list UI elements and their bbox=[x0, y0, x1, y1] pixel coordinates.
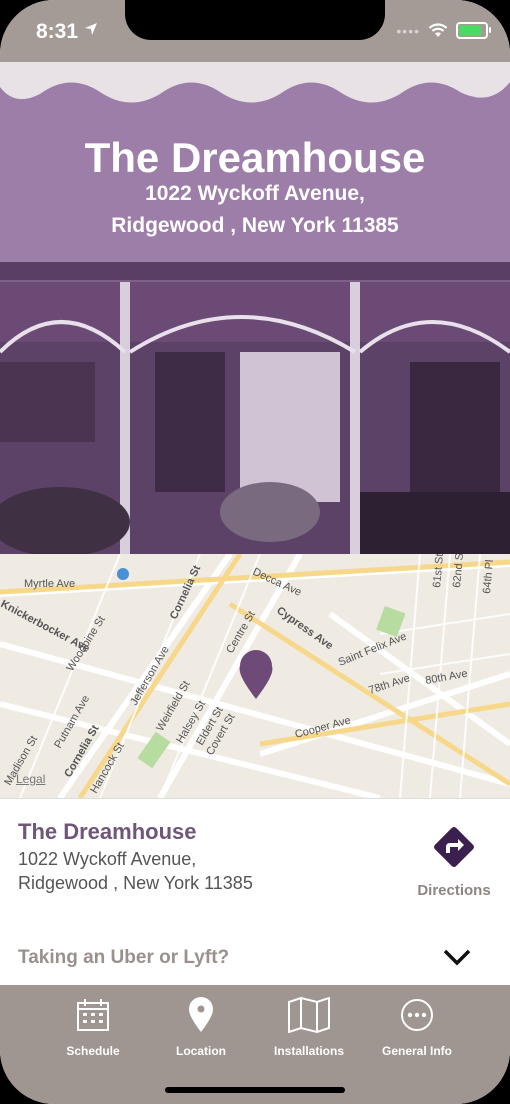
svg-text:Jefferson Ave: Jefferson Ave bbox=[128, 644, 172, 707]
battery-icon bbox=[456, 22, 491, 39]
svg-text:78th Ave: 78th Ave bbox=[367, 672, 411, 697]
tab-location[interactable]: Location bbox=[146, 997, 256, 1058]
tab-schedule-label: Schedule bbox=[66, 1044, 120, 1058]
map-label-myrtle-ave: Myrtle Ave bbox=[24, 578, 75, 590]
tab-location-label: Location bbox=[176, 1044, 226, 1058]
calendar-icon bbox=[77, 999, 109, 1031]
venue-name: The Dreamhouse bbox=[18, 819, 197, 844]
battery-level bbox=[459, 25, 482, 36]
status-icons: •••• bbox=[396, 22, 491, 39]
venue-address-line1: 1022 Wyckoff Avenue, bbox=[18, 849, 197, 869]
venue-info-card: The Dreamhouse 1022 Wyckoff Avenue, Ridg… bbox=[0, 798, 510, 912]
svg-text:80th Ave: 80th Ave bbox=[424, 668, 468, 687]
venue-hero-image: The Dreamhouse 1022 Wyckoff Avenue, Ridg… bbox=[0, 62, 510, 554]
status-time: 8:31 bbox=[36, 20, 79, 43]
svg-text:62nd St: 62nd St bbox=[451, 554, 466, 588]
phone-screen: 8:31 •••• The Dreamhouse 1022 Wyckoff Av… bbox=[0, 0, 510, 1104]
hero-address-line2: Ridgewood , New York 11385 bbox=[111, 214, 399, 237]
svg-text:Cypress Ave: Cypress Ave bbox=[274, 605, 335, 653]
wifi-icon bbox=[428, 23, 448, 37]
home-indicator[interactable] bbox=[165, 1087, 345, 1093]
chevron-down-icon[interactable] bbox=[442, 947, 472, 967]
hero-address-line1: 1022 Wyckoff Avenue, bbox=[145, 182, 365, 205]
svg-text:64th Pl: 64th Pl bbox=[481, 559, 496, 594]
location-map[interactable]: Myrtle Ave Cornelia St Decca Ave Knicker… bbox=[0, 554, 510, 798]
map-pin-icon bbox=[189, 997, 213, 1032]
map-icon bbox=[288, 996, 330, 1034]
rideshare-accordion[interactable]: Taking an Uber or Lyft? bbox=[0, 911, 510, 985]
location-arrow-icon bbox=[85, 23, 97, 35]
tab-general-info[interactable]: General Info bbox=[362, 997, 472, 1058]
directions-icon bbox=[434, 827, 474, 867]
signal-dots-icon: •••• bbox=[396, 22, 420, 39]
hero-title: The Dreamhouse bbox=[84, 134, 426, 181]
more-icon bbox=[401, 999, 433, 1031]
map-pin-marker bbox=[239, 650, 273, 699]
rideshare-label: Taking an Uber or Lyft? bbox=[18, 947, 230, 968]
directions-button[interactable]: Directions bbox=[414, 823, 494, 899]
venue-address-line2: Ridgewood , New York 11385 bbox=[18, 873, 253, 893]
tab-general-info-label: General Info bbox=[381, 1044, 452, 1058]
svg-text:61st St: 61st St bbox=[431, 554, 446, 588]
tab-schedule[interactable]: Schedule bbox=[38, 997, 148, 1058]
directions-label: Directions bbox=[417, 882, 491, 899]
notch bbox=[125, 0, 385, 40]
tab-installations-label: Installations bbox=[273, 1044, 344, 1058]
map-legal-link[interactable]: Legal bbox=[16, 772, 45, 786]
map-graphic: Myrtle Ave Cornelia St Decca Ave Knicker… bbox=[0, 554, 510, 798]
tab-installations[interactable]: Installations bbox=[254, 996, 364, 1058]
status-bar: 8:31 •••• bbox=[0, 0, 510, 62]
